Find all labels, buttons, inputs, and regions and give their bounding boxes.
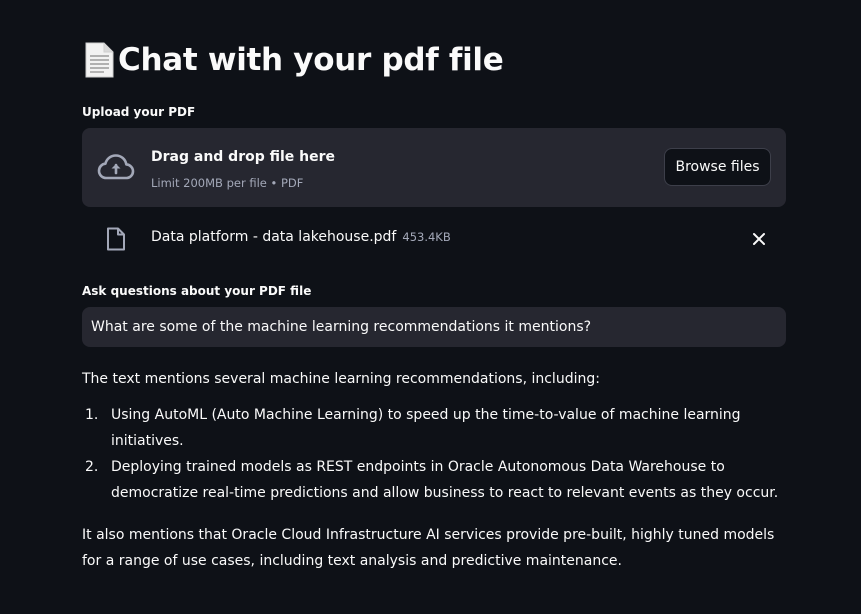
list-item-number: 2. <box>85 459 99 475</box>
file-dropzone[interactable]: Drag and drop file here Limit 200MB per … <box>82 128 786 207</box>
question-label: Ask questions about your PDF file <box>82 284 312 298</box>
recommendations-list: 1. Using AutoML (Auto Machine Learning) … <box>82 402 786 506</box>
page-title: Chat with your pdf file <box>82 42 504 78</box>
answer-intro: The text mentions several machine learni… <box>82 371 600 387</box>
browse-files-button[interactable]: Browse files <box>664 148 771 186</box>
uploaded-file-name-row: Data platform - data lakehouse.pdf 453.4K… <box>151 229 451 245</box>
list-item-text: Deploying trained models as REST endpoin… <box>111 459 779 501</box>
answer-text: The text mentions several machine learni… <box>82 366 786 574</box>
dropzone-instructions: Drag and drop file here <box>151 149 336 165</box>
list-item: 2. Deploying trained models as REST endp… <box>82 454 786 506</box>
question-input[interactable] <box>82 307 786 347</box>
page-title-text: Chat with your pdf file <box>118 42 504 78</box>
list-item-number: 1. <box>85 407 99 423</box>
upload-label: Upload your PDF <box>82 105 196 119</box>
uploaded-file-item: Data platform - data lakehouse.pdf 453.4K… <box>82 222 786 256</box>
list-item-text: Using AutoML (Auto Machine Learning) to … <box>111 407 741 449</box>
uploaded-file-size: 453.4KB <box>402 230 451 244</box>
cloud-upload-icon <box>97 154 135 180</box>
file-icon <box>107 227 125 251</box>
dropzone-limit-text: Limit 200MB per file • PDF <box>151 176 304 190</box>
page-facing-up-icon <box>85 42 114 78</box>
close-icon[interactable] <box>751 231 767 247</box>
answer-outro: It also mentions that Oracle Cloud Infra… <box>82 527 775 569</box>
list-item: 1. Using AutoML (Auto Machine Learning) … <box>82 402 786 454</box>
uploaded-file-name: Data platform - data lakehouse.pdf <box>151 229 397 245</box>
